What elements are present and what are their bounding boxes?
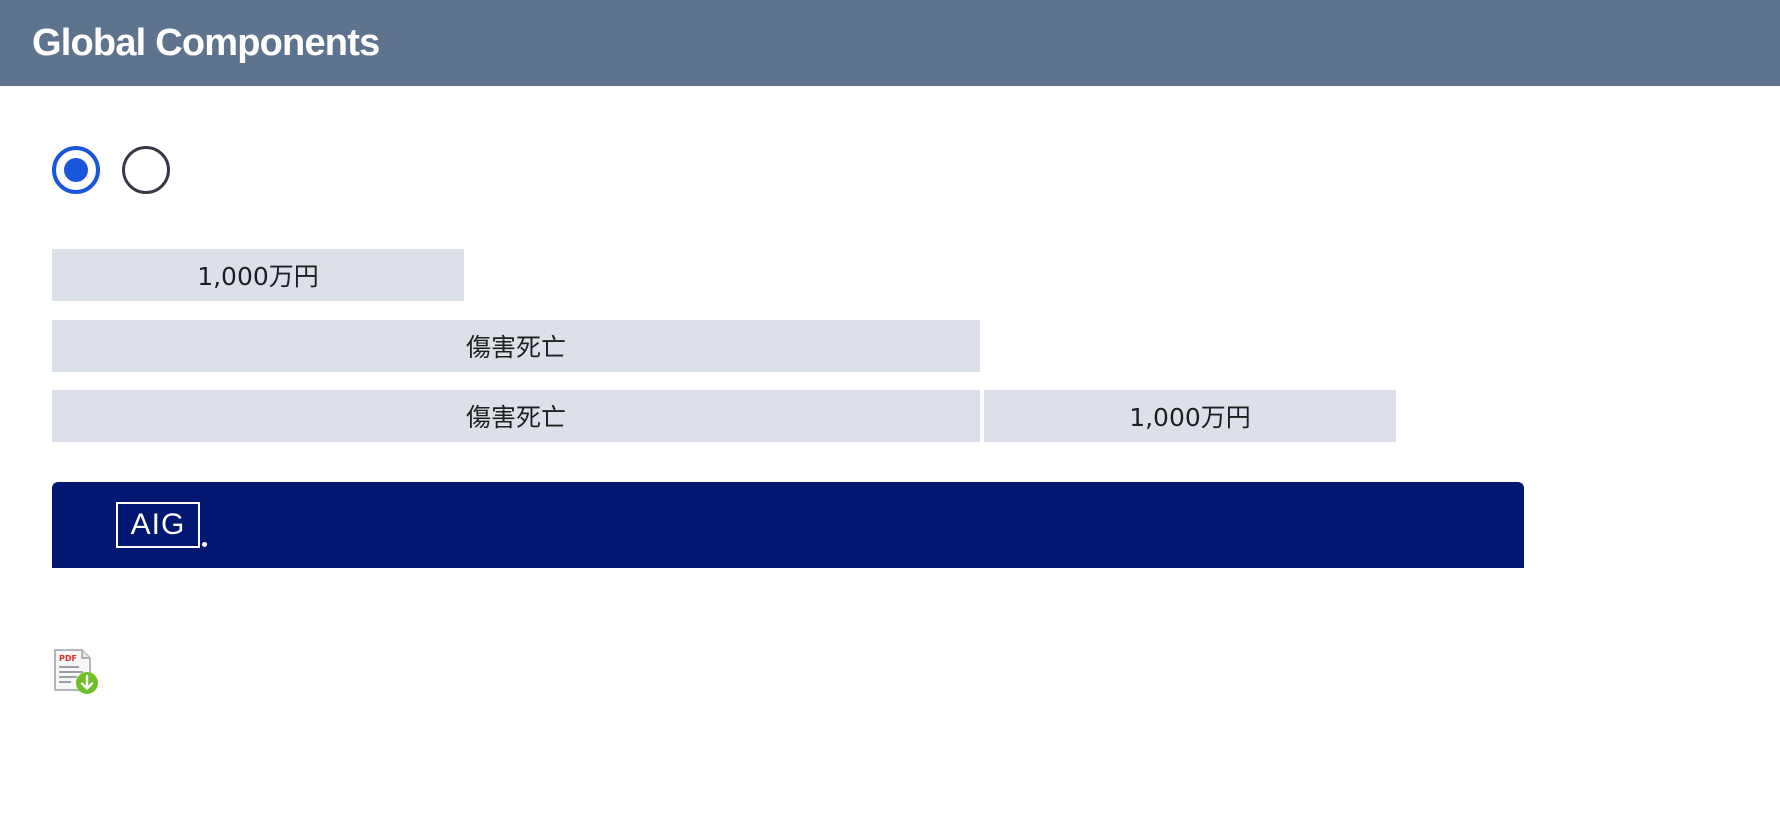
- pdf-download-icon: PDF: [54, 649, 98, 694]
- radio-option-1-selected[interactable]: [52, 146, 100, 194]
- registered-mark: [202, 542, 207, 547]
- radio-option-2[interactable]: [122, 146, 170, 194]
- page-title: Global Components: [32, 22, 380, 64]
- pdf-download-button[interactable]: PDF: [52, 648, 100, 696]
- aig-brand-banner: AIG: [52, 482, 1524, 568]
- coverage-amount-cell: 1,000万円: [52, 249, 464, 301]
- pdf-badge-text: PDF: [59, 654, 77, 663]
- coverage-row-amount-cell: 1,000万円: [984, 390, 1396, 442]
- coverage-label-cell: 傷害死亡: [52, 320, 980, 372]
- coverage-row-label-cell: 傷害死亡: [52, 390, 980, 442]
- aig-logo: AIG: [116, 502, 200, 548]
- radio-selected-dot: [64, 158, 88, 182]
- page-header: Global Components: [0, 0, 1780, 86]
